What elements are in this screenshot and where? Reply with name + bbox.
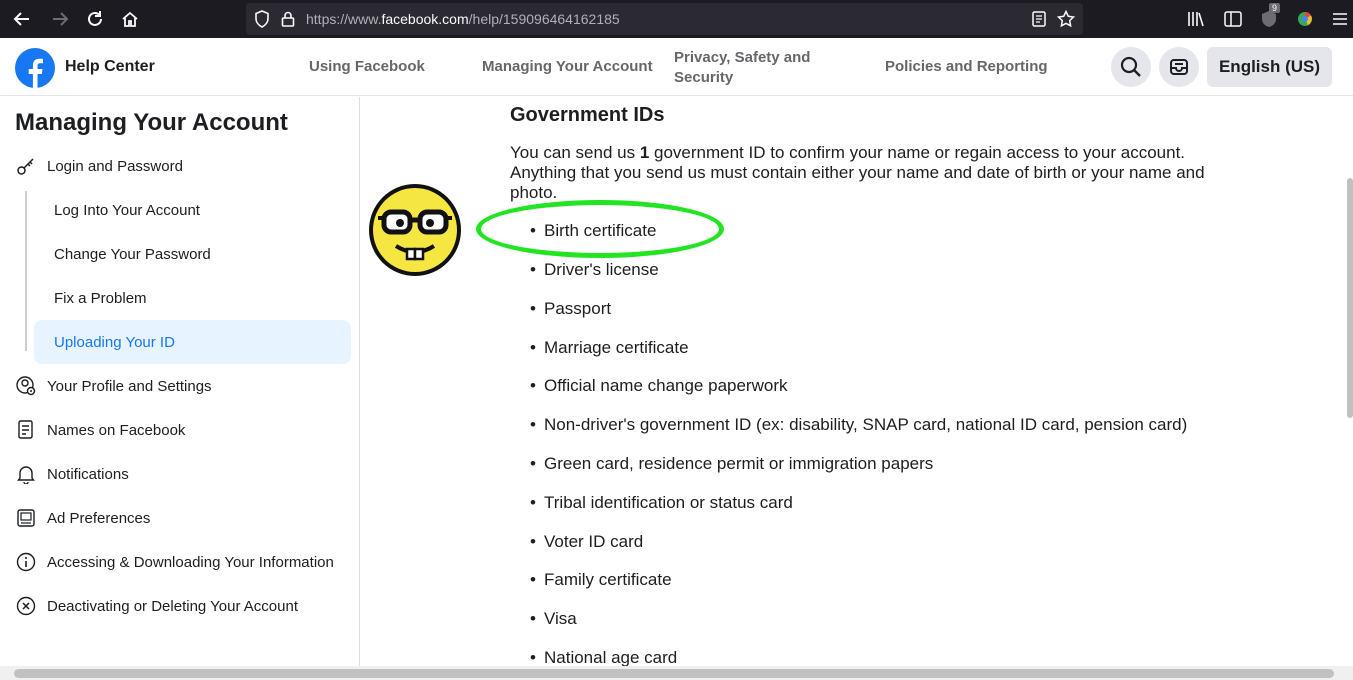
lock-icon[interactable]: [278, 9, 298, 29]
menu-icon[interactable]: [1330, 9, 1350, 29]
sidebar-item-login-password[interactable]: Login and Password: [15, 146, 350, 186]
list-item: • National age card: [530, 648, 678, 667]
close-circle-icon: [15, 595, 37, 617]
search-icon: [1120, 56, 1141, 77]
vertical-scrollbar[interactable]: [1347, 178, 1353, 418]
sidebar-title: Managing Your Account: [15, 109, 288, 136]
sidebar-subitem-uploading-id[interactable]: Uploading Your ID: [34, 320, 351, 364]
help-center-header: Help Center Using Facebook Managing Your…: [0, 38, 1353, 96]
sidebar-item-label: Names on Facebook: [47, 421, 186, 439]
reload-icon[interactable]: [83, 7, 107, 31]
key-icon: [15, 155, 37, 177]
nav-policies-reporting[interactable]: Policies and Reporting: [885, 58, 1048, 75]
support-inbox-button[interactable]: [1159, 47, 1199, 87]
sidebar-item-label: Accessing & Downloading Your Information: [47, 553, 334, 571]
home-icon[interactable]: [118, 7, 142, 31]
inbox-icon: [1170, 59, 1188, 75]
url-bar[interactable]: https://www.facebook.com/help/1590964641…: [246, 3, 1083, 35]
facebook-logo-icon[interactable]: [15, 48, 55, 88]
section-title: Government IDs: [510, 104, 665, 126]
bookmark-star-icon[interactable]: [1056, 9, 1076, 29]
list-item: • Voter ID card: [530, 532, 644, 551]
intro-text: You can send us 1 government ID to confi…: [510, 143, 1205, 202]
list-item: • Driver's license: [530, 260, 659, 279]
sidebar-item-label: Deactivating or Deleting Your Account: [47, 597, 298, 615]
sidebar-item-profile-settings[interactable]: Your Profile and Settings: [15, 366, 350, 406]
sidebar-item-accessing-info[interactable]: Accessing & Downloading Your Information: [15, 542, 350, 582]
sidebar-subitem-fix-problem[interactable]: Fix a Problem: [34, 276, 351, 320]
sidebar-item-notifications[interactable]: Notifications: [15, 454, 350, 494]
list-item: • Non-driver's government ID (ex: disabil…: [530, 415, 1188, 434]
list-item: • Green card, residence permit or immigra…: [530, 454, 934, 473]
nav-privacy-safety[interactable]: Privacy, Safety and Security: [674, 48, 824, 88]
shield-icon[interactable]: [252, 9, 272, 29]
color-extension-icon[interactable]: [1295, 9, 1315, 29]
language-button[interactable]: English (US): [1207, 47, 1332, 87]
sidebar-item-names[interactable]: Names on Facebook: [15, 410, 350, 450]
sidebar-subitem-log-in[interactable]: Log Into Your Account: [34, 188, 351, 232]
url-text[interactable]: https://www.facebook.com/help/1590964641…: [306, 11, 620, 27]
sidebar-item-label: Login and Password: [47, 157, 183, 175]
sidebar-toggle-icon[interactable]: [1223, 9, 1243, 29]
document-icon: [15, 419, 37, 441]
ublock-extension-icon[interactable]: 9: [1260, 3, 1281, 29]
info-icon: [15, 551, 37, 573]
sidebar-item-label: Notifications: [47, 465, 129, 483]
ad-icon: [15, 507, 37, 529]
nerd-emoji-icon: [369, 184, 461, 276]
bell-icon: [15, 463, 37, 485]
nav-using-facebook[interactable]: Using Facebook: [309, 58, 425, 75]
browser-toolbar: https://www.facebook.com/help/1590964641…: [0, 0, 1353, 38]
sidebar-subitem-change-password[interactable]: Change Your Password: [34, 232, 351, 276]
sidebar-item-ad-preferences[interactable]: Ad Preferences: [15, 498, 350, 538]
list-item: • Official name change paperwork: [530, 376, 788, 395]
library-icon[interactable]: [1186, 9, 1206, 29]
search-button[interactable]: [1111, 47, 1151, 87]
submenu-divider: [25, 191, 27, 351]
list-item: • Family certificate: [530, 570, 672, 589]
forward-icon[interactable]: [48, 7, 72, 31]
list-item: • Marriage certificate: [530, 338, 689, 357]
horizontal-scrollbar-thumb[interactable]: [14, 669, 1334, 678]
sidebar-item-label: Your Profile and Settings: [47, 377, 212, 395]
highlight-ellipse: [476, 200, 724, 258]
sidebar: Managing Your Account Login and Password…: [0, 97, 360, 666]
profile-gear-icon: [15, 375, 37, 397]
extension-badge: 9: [1269, 3, 1281, 13]
sidebar-item-label: Ad Preferences: [47, 509, 151, 527]
reader-view-icon[interactable]: [1029, 9, 1049, 29]
list-item: • Tribal identification or status card: [530, 493, 793, 512]
list-item: • Passport: [530, 299, 612, 318]
sidebar-item-deactivating[interactable]: Deactivating or Deleting Your Account: [15, 586, 350, 626]
back-icon[interactable]: [10, 7, 34, 31]
help-center-title[interactable]: Help Center: [65, 58, 155, 76]
list-item: • Visa: [530, 609, 577, 628]
nav-managing-account[interactable]: Managing Your Account: [482, 58, 653, 75]
